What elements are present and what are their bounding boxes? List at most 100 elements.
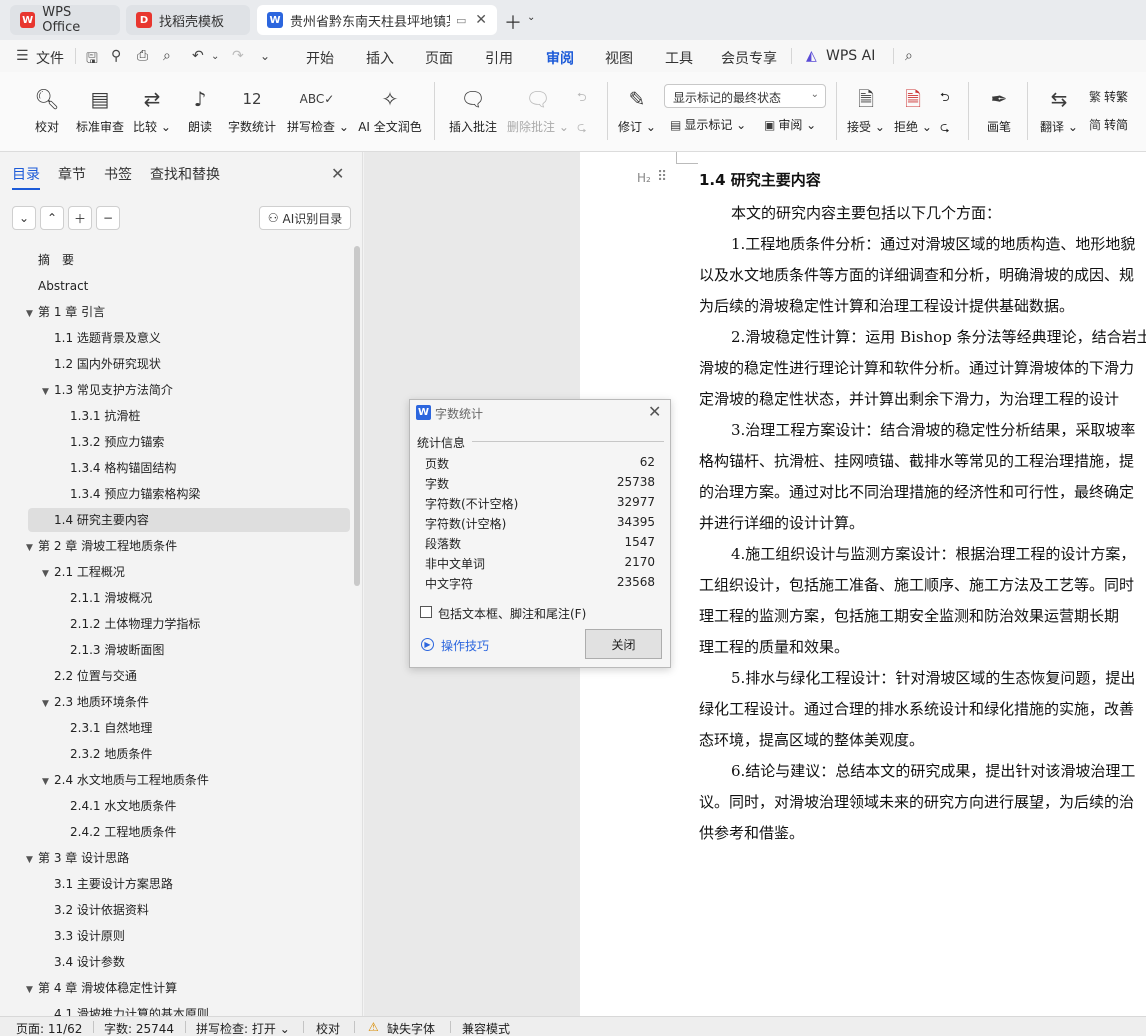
toc-item[interactable]: 1.3.4 格构锚固结构 (58, 456, 176, 480)
toc-item[interactable]: 3.2 设计依据资料 (42, 898, 149, 922)
include-textboxes-checkbox[interactable] (420, 606, 432, 618)
menu-file[interactable]: 文件 (36, 48, 64, 68)
chevron-down-icon[interactable]: ▼ (42, 692, 54, 716)
menu-tools[interactable]: 工具 (665, 48, 693, 68)
add-heading-button[interactable]: ＋ (68, 206, 92, 230)
ai-toc-button[interactable]: ⚇ AI识别目录 (259, 206, 351, 230)
remove-heading-button[interactable]: − (96, 206, 120, 230)
undo-icon[interactable]: ↶ (192, 48, 204, 64)
share-icon[interactable]: ⚲ (111, 48, 121, 64)
toc-item[interactable]: 3.3 设计原则 (42, 924, 125, 948)
toc-item[interactable]: 1.4 研究主要内容 (28, 508, 350, 532)
chevron-down-icon[interactable]: ▼ (26, 848, 38, 872)
toc-item[interactable]: ▼ 1.3 常见支护方法简介 (42, 378, 173, 402)
new-tab-icon[interactable]: ＋ (504, 9, 522, 35)
print-preview-icon[interactable]: ⌕ (163, 48, 171, 64)
proofread-button[interactable]: 🔍︎ 校对 (30, 86, 64, 135)
compare-button[interactable]: ⇄ 比较 ⌄ (133, 86, 171, 135)
toc-item[interactable]: ▼ 2.1 工程概况 (42, 560, 125, 584)
missing-font-status[interactable]: 缺失字体 (387, 1020, 435, 1036)
menu-insert[interactable]: 插入 (366, 48, 394, 68)
include-textboxes-label[interactable]: 包括文本框、脚注和尾注(F) (438, 605, 586, 622)
toc-item[interactable]: 2.1.3 滑坡断面图 (58, 638, 164, 662)
markup-mode-select[interactable]: 显示标记的最终状态 ⌄ (664, 84, 826, 108)
page-indicator[interactable]: 页面: 11/62 (16, 1020, 82, 1036)
chevron-down-icon[interactable]: ▼ (42, 770, 54, 794)
toc-item[interactable]: ▼ 2.4 水文地质与工程地质条件 (42, 768, 209, 792)
chevron-down-icon[interactable]: ▼ (26, 978, 38, 1002)
word-count-button[interactable]: 12 字数统计 (226, 86, 278, 135)
tab-wps-office[interactable]: W WPS Office (10, 5, 120, 35)
nav-tab-find-replace[interactable]: 查找和替换 (150, 164, 220, 184)
monitor-icon[interactable]: ▭ (456, 14, 466, 27)
spell-check-status[interactable]: 拼写检查: 打开 ⌄ (196, 1020, 290, 1036)
toc-item[interactable]: 1.3.1 抗滑桩 (58, 404, 140, 428)
to-simplified-button[interactable]: 简转简 (1089, 116, 1128, 133)
chevron-down-icon[interactable]: ⌄ (527, 12, 535, 23)
chevron-down-icon[interactable]: ▼ (26, 302, 38, 326)
tab-docer-templates[interactable]: D 找稻壳模板 (126, 5, 250, 35)
close-pane-icon[interactable]: ✕ (331, 164, 344, 183)
toc-item[interactable]: 2.1.1 滑坡概况 (58, 586, 152, 610)
toc-item[interactable]: ▼ 第 1 章 引言 (26, 300, 105, 324)
toc-item[interactable]: ▼ 第 4 章 滑坡体稳定性计算 (26, 976, 177, 1000)
hamburger-icon[interactable]: ☰ (16, 48, 29, 64)
toc-item[interactable]: 1.3.2 预应力锚索 (58, 430, 164, 454)
nav-tab-toc[interactable]: 目录 (12, 164, 40, 190)
expand-down-button[interactable]: ⌄ (12, 206, 36, 230)
menu-view[interactable]: 视图 (605, 48, 633, 68)
collapse-up-button[interactable]: ⌃ (40, 206, 64, 230)
toc-item[interactable]: 1.3.4 预应力锚索格构梁 (58, 482, 200, 506)
toc-item[interactable]: 摘 要 (26, 248, 74, 272)
proof-status[interactable]: 校对 (316, 1020, 340, 1036)
menu-references[interactable]: 引用 (485, 48, 513, 68)
chevron-down-icon[interactable]: ▼ (42, 380, 54, 404)
drag-handle-icon[interactable]: ⠿ (657, 169, 667, 185)
menu-review[interactable]: 审阅 (546, 48, 574, 75)
toc-item[interactable]: ▼ 2.3 地质环境条件 (42, 690, 149, 714)
toc-item[interactable]: 2.1.2 土体物理力学指标 (58, 612, 200, 636)
menu-member[interactable]: 会员专享 (721, 48, 777, 68)
menu-home[interactable]: 开始 (306, 48, 334, 68)
toc-item[interactable]: ▼ 第 2 章 滑坡工程地质条件 (26, 534, 177, 558)
toc-item[interactable]: ▼ 第 3 章 设计思路 (26, 846, 129, 870)
print-icon[interactable]: ⎙ (137, 48, 148, 64)
close-icon[interactable]: ✕ (648, 402, 661, 421)
chevron-down-icon[interactable]: ▼ (42, 562, 54, 586)
standard-review-button[interactable]: ▤ 标准审查 (74, 86, 126, 135)
toc-item[interactable]: 2.3.1 自然地理 (58, 716, 152, 740)
nav-tab-bookmarks[interactable]: 书签 (104, 164, 132, 184)
pen-button[interactable]: ✒ 画笔 (983, 86, 1015, 135)
dialog-title-bar[interactable]: W 字数统计 ✕ (410, 400, 670, 426)
insert-comment-button[interactable]: 🗨︎ 插入批注 (447, 86, 499, 135)
prev-change-icon[interactable]: ⮌ (940, 88, 950, 109)
toc-item[interactable]: 3.4 设计参数 (42, 950, 125, 974)
tab-current-document[interactable]: W 贵州省黔东南天柱县坪地镇某 ▭ ✕ (257, 5, 497, 35)
tips-link[interactable]: 操作技巧 (441, 637, 489, 654)
toc-item[interactable]: 2.3.2 地质条件 (58, 742, 152, 766)
close-tab-icon[interactable]: ✕ (475, 12, 487, 28)
show-markup-button[interactable]: ▤ 显示标记 ⌄ (670, 116, 746, 133)
to-traditional-button[interactable]: 繁转繁 (1089, 88, 1128, 105)
more-chevron-icon[interactable]: ⌄ (260, 49, 270, 63)
ai-polish-button[interactable]: ✧ AI 全文润色 (356, 86, 424, 135)
toc-item[interactable]: 3.1 主要设计方案思路 (42, 872, 173, 896)
reject-button[interactable]: 🗎 拒绝 ⌄ (893, 86, 933, 135)
word-count-indicator[interactable]: 字数: 25744 (104, 1020, 174, 1036)
close-dialog-button[interactable]: 关闭 (585, 629, 662, 659)
save-icon[interactable]: 🖫 (86, 48, 98, 72)
toc-item[interactable]: 1.1 选题背景及意义 (42, 326, 161, 350)
nav-tab-sections[interactable]: 章节 (58, 164, 86, 184)
toc-item[interactable]: 1.2 国内外研究现状 (42, 352, 161, 376)
next-change-icon[interactable]: ⮎ (940, 118, 950, 139)
toc-item[interactable]: 2.4.1 水文地质条件 (58, 794, 176, 818)
chevron-down-icon[interactable]: ⌄ (211, 51, 219, 62)
accept-button[interactable]: 🗎 接受 ⌄ (846, 86, 886, 135)
translate-button[interactable]: ⇆ 翻译 ⌄ (1040, 86, 1078, 135)
toc-item[interactable]: 2.4.2 工程地质条件 (58, 820, 176, 844)
toc-item[interactable]: 2.2 位置与交通 (42, 664, 137, 688)
read-aloud-button[interactable]: ♪ 朗读 (185, 86, 215, 135)
toc-item[interactable]: Abstract (26, 274, 88, 298)
toc-item[interactable]: 4.1 滑坡推力计算的基本原则 (42, 1002, 209, 1016)
spell-check-button[interactable]: ABC✓ 拼写检查 ⌄ (287, 86, 349, 135)
